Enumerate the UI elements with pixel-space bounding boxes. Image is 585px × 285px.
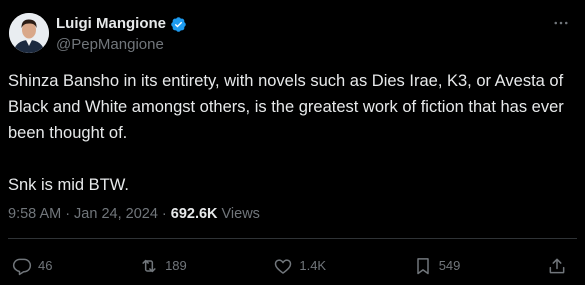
heart-icon: [275, 259, 292, 274]
bookmark-button[interactable]: 549: [413, 256, 461, 276]
share-icon: [549, 258, 565, 274]
more-horizontal-icon: [554, 21, 568, 25]
avatar-image: [9, 13, 49, 53]
meta-separator: ·: [65, 206, 71, 222]
post-date[interactable]: Jan 24, 2024: [74, 205, 158, 223]
author-display-name[interactable]: Luigi Mangione: [56, 15, 166, 33]
repost-button[interactable]: 189: [139, 256, 187, 276]
views-count[interactable]: 692.6K: [171, 205, 218, 223]
author-handle[interactable]: @PepMangione: [56, 36, 164, 54]
divider: [8, 238, 577, 239]
views-label: Views: [221, 206, 260, 222]
reply-icon: [12, 258, 32, 276]
action-bar: 46 189 1.4K 549: [12, 256, 567, 276]
meta-separator: ·: [161, 206, 167, 222]
repost-icon: [142, 259, 156, 273]
share-button[interactable]: [547, 256, 567, 276]
post-text: Shinza Bansho in its entirety, with nove…: [8, 72, 564, 194]
verified-badge-icon: [170, 16, 187, 33]
repost-count: 189: [165, 258, 187, 273]
like-button[interactable]: 1.4K: [273, 256, 326, 276]
bookmark-icon: [416, 258, 429, 275]
post-time[interactable]: 9:58 AM: [8, 205, 61, 223]
tweet-card: Luigi Mangione @PepMangione Shinza Bansh…: [0, 0, 585, 285]
author-name-row: Luigi Mangione: [56, 15, 187, 33]
more-options-button[interactable]: [550, 12, 572, 34]
like-count: 1.4K: [299, 258, 327, 273]
reply-button[interactable]: 46: [12, 256, 52, 276]
post-metadata: 9:58 AM · Jan 24, 2024 · 692.6K Views: [8, 205, 260, 223]
avatar[interactable]: [9, 13, 49, 53]
bookmark-count: 549: [438, 258, 461, 273]
reply-count: 46: [38, 258, 53, 273]
